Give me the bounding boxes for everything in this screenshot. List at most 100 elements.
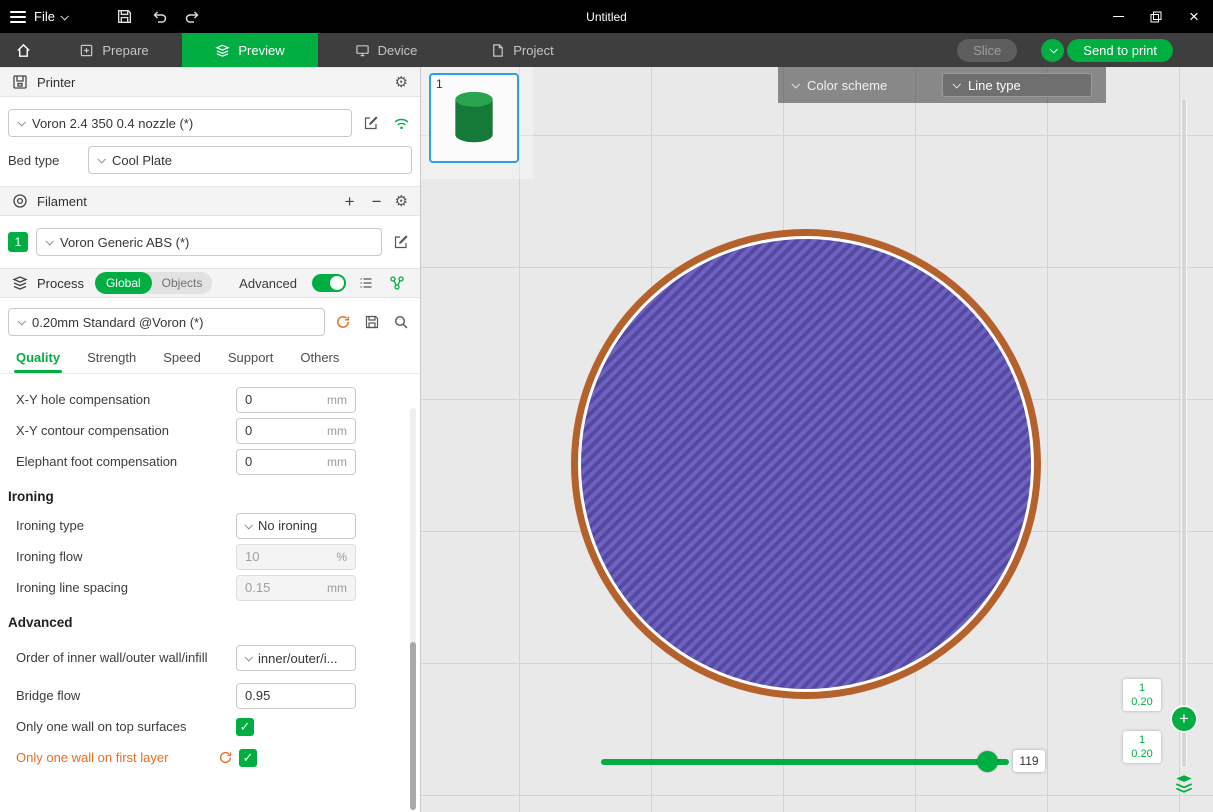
only-one-wall-top-checkbox[interactable]: ✓ xyxy=(236,718,254,736)
setting-row: Ironing line spacing mm xyxy=(0,572,420,603)
add-filament-button[interactable]: + xyxy=(341,193,359,210)
wall-order-select[interactable]: inner/outer/i... xyxy=(236,645,356,671)
sidebar-scrollbar-thumb[interactable] xyxy=(410,642,416,810)
setting-list-view-icon[interactable] xyxy=(355,272,377,294)
send-to-print-button[interactable]: Send to print xyxy=(1067,39,1173,62)
slicer-app-window: File Untitled × xyxy=(0,0,1213,812)
tab-prepare-label: Prepare xyxy=(102,43,148,58)
scope-objects-option[interactable]: Objects xyxy=(152,276,213,290)
process-section-header: Process Global Objects Advanced xyxy=(0,268,420,298)
color-scheme-bar: Color scheme Line type xyxy=(778,67,1106,103)
edit-printer-preset-button[interactable] xyxy=(360,112,382,134)
add-custom-gcode-button[interactable]: + xyxy=(1172,707,1196,731)
advanced-mode-toggle[interactable] xyxy=(312,274,346,292)
process-tab-strength[interactable]: Strength xyxy=(87,350,136,373)
filament-preset-select[interactable]: Voron Generic ABS (*) xyxy=(36,228,382,256)
reset-to-default-icon[interactable] xyxy=(216,749,234,767)
preview-3d-viewport[interactable]: 1 Color scheme Line type xyxy=(421,67,1213,812)
printer-preset-select[interactable]: Voron 2.4 350 0.4 nozzle (*) xyxy=(8,109,352,137)
remove-filament-button[interactable]: − xyxy=(368,193,386,210)
layer-slider-top-badge[interactable]: 1 0.20 xyxy=(1123,679,1161,711)
restore-button[interactable] xyxy=(1137,0,1175,33)
send-options-dropdown-button[interactable] xyxy=(1041,39,1064,62)
slice-button[interactable]: Slice xyxy=(957,39,1017,62)
value-field[interactable] xyxy=(245,423,320,438)
filament-settings-gear-icon[interactable]: ⚙ xyxy=(395,194,408,209)
setting-row: X-Y contour compensation mm xyxy=(0,415,420,446)
tab-prepare[interactable]: Prepare xyxy=(46,33,182,67)
layer-view-mode-button[interactable] xyxy=(1172,771,1196,795)
move-slider-handle[interactable] xyxy=(977,751,998,772)
value-field[interactable] xyxy=(245,454,320,469)
main-tab-bar: Prepare Preview Device Project Slice Sen… xyxy=(0,33,1213,67)
undo-button[interactable] xyxy=(147,5,171,29)
printer-section-title: Printer xyxy=(37,75,75,90)
printer-settings-gear-icon[interactable]: ⚙ xyxy=(395,75,408,90)
printer-section-header: Printer ⚙ xyxy=(0,67,420,97)
setting-label: Bridge flow xyxy=(16,688,236,703)
chevron-down-icon xyxy=(45,237,53,245)
tab-project[interactable]: Project xyxy=(454,33,590,67)
chevron-down-icon xyxy=(60,12,68,20)
move-slider-track[interactable] xyxy=(601,759,1009,765)
scope-global-option[interactable]: Global xyxy=(95,272,152,294)
bed-type-label: Bed type xyxy=(8,153,80,168)
line-type-dropdown[interactable]: Line type xyxy=(942,73,1092,97)
filament-spool-icon xyxy=(12,193,28,209)
redo-button[interactable] xyxy=(181,5,205,29)
reset-preset-icon[interactable] xyxy=(332,311,354,333)
process-tab-support[interactable]: Support xyxy=(228,350,274,373)
ironing-type-select[interactable]: No ironing xyxy=(236,513,356,539)
object-thumbnail[interactable]: 1 xyxy=(429,73,519,163)
process-tab-others[interactable]: Others xyxy=(300,350,339,373)
setting-row: Bridge flow xyxy=(0,680,420,711)
printer-connection-wifi-icon[interactable] xyxy=(390,112,412,134)
bed-type-select[interactable]: Cool Plate xyxy=(88,146,412,174)
file-menu[interactable]: File xyxy=(0,9,77,24)
tab-preview[interactable]: Preview xyxy=(182,33,318,67)
value-field[interactable] xyxy=(245,392,320,407)
setting-row: X-Y hole compensation mm xyxy=(0,384,420,415)
layers-icon xyxy=(1173,772,1195,794)
cylinder-object-icon xyxy=(446,88,502,148)
filament-section-header: Filament + − ⚙ xyxy=(0,186,420,216)
process-preset-select[interactable]: 0.20mm Standard @Voron (*) xyxy=(8,308,325,336)
bridge-flow-input[interactable] xyxy=(236,683,356,709)
search-settings-icon[interactable] xyxy=(390,311,412,333)
process-scope-toggle[interactable]: Global Objects xyxy=(95,272,212,294)
device-icon xyxy=(355,43,370,58)
sliced-model-top-view[interactable] xyxy=(571,229,1041,699)
layer-slider-bottom-badge[interactable]: 1 0.20 xyxy=(1123,731,1161,763)
home-button[interactable] xyxy=(0,33,46,67)
save-button[interactable] xyxy=(113,5,137,29)
xy-hole-compensation-input[interactable]: mm xyxy=(236,387,356,413)
parameter-graph-icon[interactable] xyxy=(386,272,408,294)
only-one-wall-first-layer-checkbox[interactable]: ✓ xyxy=(239,749,257,767)
filament-preset-value: Voron Generic ABS (*) xyxy=(60,235,189,250)
close-icon: × xyxy=(1189,8,1199,25)
chevron-down-icon xyxy=(244,653,252,661)
filament-slot-badge[interactable]: 1 xyxy=(8,232,28,252)
tab-device[interactable]: Device xyxy=(318,33,454,67)
process-tab-quality[interactable]: Quality xyxy=(16,350,60,373)
edit-filament-preset-button[interactable] xyxy=(390,231,412,253)
ironing-group-header: Ironing xyxy=(0,477,420,510)
bottom-layer-height: 0.20 xyxy=(1123,747,1161,761)
setting-label: Ironing flow xyxy=(16,549,236,564)
xy-contour-compensation-input[interactable]: mm xyxy=(236,418,356,444)
chevron-down-icon xyxy=(952,80,960,88)
chevron-down-icon xyxy=(17,118,25,126)
process-tab-speed[interactable]: Speed xyxy=(163,350,201,373)
tab-project-label: Project xyxy=(513,43,553,58)
elephant-foot-compensation-input[interactable]: mm xyxy=(236,449,356,475)
close-button[interactable]: × xyxy=(1175,0,1213,33)
save-preset-icon[interactable] xyxy=(361,311,383,333)
wall-order-value: inner/outer/i... xyxy=(258,651,338,666)
value-field[interactable] xyxy=(245,688,347,703)
minimize-button[interactable] xyxy=(1099,0,1137,33)
layer-slider-track[interactable] xyxy=(1182,99,1186,767)
setting-label: X-Y hole compensation xyxy=(16,392,236,407)
preview-icon xyxy=(215,43,230,58)
bottom-layer-number: 1 xyxy=(1123,733,1161,747)
settings-sidebar: Printer ⚙ Voron 2.4 350 0.4 nozzle (*) xyxy=(0,67,421,812)
